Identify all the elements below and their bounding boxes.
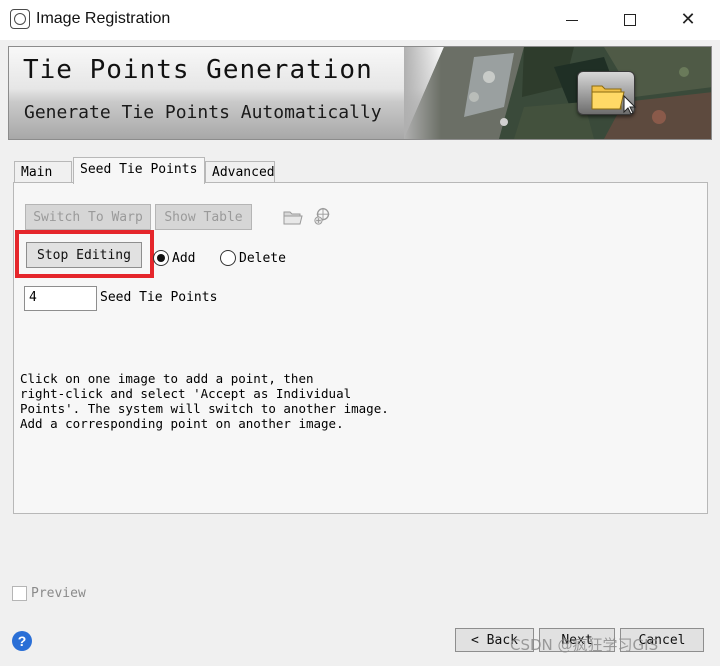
add-radio-option[interactable]: Add — [153, 250, 195, 266]
open-file-icon[interactable] — [282, 207, 304, 227]
seed-tie-points-label: Seed Tie Points — [100, 290, 218, 305]
banner-subtitle: Generate Tie Points Automatically — [24, 102, 382, 123]
show-table-button[interactable]: Show Table — [155, 204, 252, 230]
close-button[interactable]: ✕ — [659, 0, 717, 40]
highlight-box — [15, 230, 154, 278]
folder-icon — [577, 71, 637, 115]
title-bar: Image Registration ✕ — [0, 0, 720, 40]
delete-radio-option[interactable]: Delete — [220, 250, 286, 266]
preview-option[interactable]: Preview — [12, 586, 86, 601]
add-point-icon[interactable] — [312, 206, 334, 226]
maximize-icon — [624, 14, 636, 26]
watermark-text: CSDN @疯狂学习GIS — [510, 636, 659, 654]
satellite-image — [404, 47, 711, 139]
help-icon[interactable]: ? — [12, 631, 32, 651]
tab-seed-tie-points[interactable]: Seed Tie Points — [73, 157, 205, 184]
delete-radio-label: Delete — [239, 250, 286, 266]
add-radio[interactable] — [153, 250, 169, 266]
banner-title: Tie Points Generation — [23, 55, 373, 85]
add-radio-label: Add — [172, 250, 196, 266]
seed-tie-points-input[interactable]: 4 — [24, 286, 97, 311]
close-icon: ✕ — [680, 9, 696, 30]
tab-main[interactable]: Main — [14, 161, 72, 183]
header-banner: Tie Points Generation Generate Tie Point… — [8, 46, 712, 140]
switch-to-warp-button[interactable]: Switch To Warp — [25, 204, 151, 230]
instructions-text: Click on one image to add a point, then … — [20, 371, 389, 431]
preview-checkbox[interactable] — [12, 586, 27, 601]
tab-advanced[interactable]: Advanced — [205, 161, 275, 183]
minimize-icon — [566, 19, 578, 21]
minimize-button[interactable] — [543, 0, 601, 40]
window-title: Image Registration — [36, 10, 171, 27]
maximize-button[interactable] — [601, 0, 659, 40]
preview-label: Preview — [31, 586, 86, 601]
delete-radio[interactable] — [220, 250, 236, 266]
app-logo-icon — [10, 9, 30, 29]
